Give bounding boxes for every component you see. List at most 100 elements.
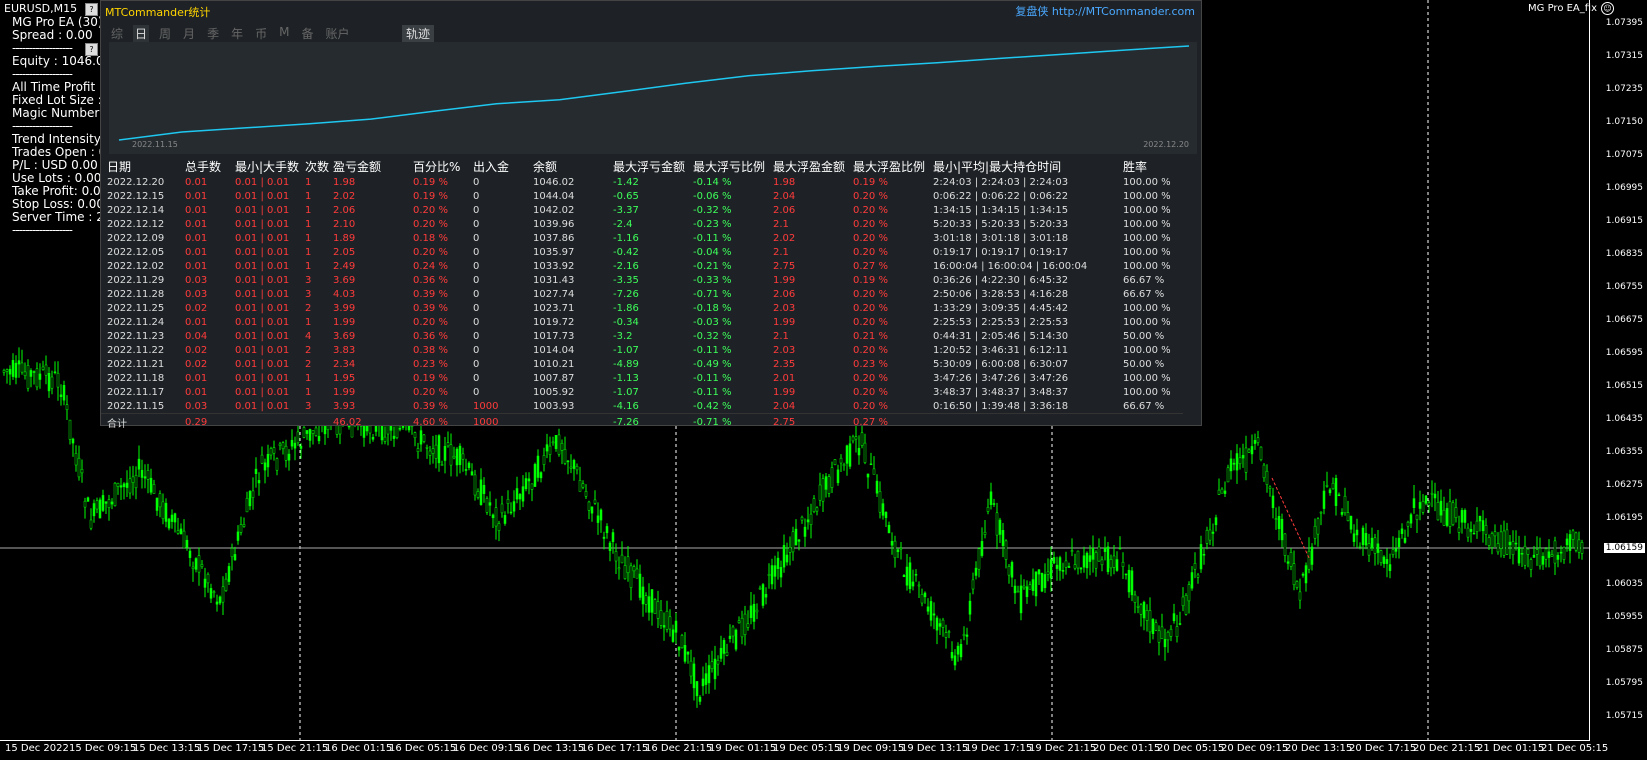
table-cell: 2022.11.28	[107, 288, 165, 300]
table-cell: 100.00 %	[1123, 246, 1171, 258]
candle-body	[179, 528, 183, 535]
period-tab[interactable]: M	[277, 25, 291, 42]
table-cell: 1.98	[773, 176, 796, 188]
period-tab[interactable]: 综	[109, 25, 125, 42]
equity-curve-svg	[118, 45, 1190, 141]
table-cell: 3:48:37 | 3:48:37 | 3:48:37	[933, 386, 1069, 398]
table-cell: 2	[305, 302, 312, 314]
table-cell: 0.01 | 0.01	[235, 358, 290, 370]
period-tab[interactable]: 币	[253, 25, 269, 42]
candle-body	[752, 603, 756, 622]
period-tab[interactable]: 日	[133, 25, 150, 42]
candle-body	[212, 591, 216, 594]
table-row: 2022.12.09 0.01 0.01 | 0.01 1 1.89 0.18 % 0 103…	[101, 231, 1183, 245]
table-cell: 0.38 %	[413, 344, 448, 356]
table-cell: 4	[305, 330, 312, 342]
candle-body	[125, 482, 129, 488]
candle-body	[47, 373, 51, 392]
candle-body	[452, 455, 456, 459]
mtcommander-link[interactable]: 复盘侠 http://MTCommander.com	[1015, 3, 1195, 19]
candle-body	[203, 578, 207, 588]
candle-body	[836, 469, 840, 484]
candle-body	[1412, 498, 1416, 508]
candle-body	[1403, 537, 1407, 543]
price-tick: 1.05955	[1605, 612, 1643, 622]
candle-body	[1397, 537, 1401, 548]
period-tab[interactable]: 月	[181, 25, 197, 42]
track-button[interactable]: 轨迹	[402, 25, 435, 42]
period-tab[interactable]: 备	[299, 25, 315, 42]
candle-body	[1292, 563, 1296, 585]
table-cell: 2022.12.14	[107, 204, 165, 216]
candle-body	[524, 478, 528, 490]
table-cell: 2.1	[773, 330, 789, 342]
candle-body	[1457, 527, 1461, 533]
table-cell: 1.89	[333, 232, 356, 244]
candle-body	[767, 574, 771, 576]
time-tick: 15 Dec 17:15	[197, 743, 265, 754]
column-header: 次数	[305, 160, 330, 174]
candle-body	[1391, 549, 1395, 555]
candle-body	[1493, 531, 1497, 537]
candle-body	[1562, 547, 1566, 560]
total-cell	[305, 413, 333, 430]
candle-body	[164, 502, 168, 522]
period-tab[interactable]: 季	[205, 25, 221, 42]
candle-body	[1319, 511, 1323, 514]
candle-body	[1334, 478, 1338, 506]
candle-body	[1268, 486, 1272, 489]
candle-body	[560, 443, 564, 451]
table-cell: -0.14 %	[693, 176, 732, 188]
candle-body	[221, 586, 225, 603]
candle-body	[1352, 533, 1356, 542]
table-row: 2022.12.20 0.01 0.01 | 0.01 1 1.98 0.19 % 0 104…	[101, 175, 1183, 189]
candle-body	[890, 540, 894, 546]
table-cell: -0.04 %	[693, 246, 732, 258]
candle-body	[80, 469, 84, 474]
candle-body	[491, 514, 495, 519]
candle-body	[1172, 613, 1176, 622]
table-cell: 100.00 %	[1123, 260, 1171, 272]
table-cell: -1.86	[613, 302, 639, 314]
candle-body	[938, 623, 942, 627]
table-cell: 0.20 %	[853, 232, 888, 244]
equity-graph: 2022.11.15 2022.12.20	[109, 42, 1197, 154]
candle-body	[845, 445, 849, 464]
candle-body	[1148, 610, 1152, 633]
candle-body	[71, 438, 75, 444]
candle-body	[1244, 447, 1248, 473]
table-cell: 2.02	[333, 190, 356, 202]
candle-body	[95, 500, 99, 510]
candle-body	[449, 444, 453, 466]
candle-body	[878, 491, 882, 513]
table-cell: 0.19 %	[413, 176, 448, 188]
candle-body	[263, 462, 267, 471]
table-cell: 1031.43	[533, 274, 575, 286]
candle-body	[803, 526, 807, 537]
column-header: 百分比%	[413, 160, 461, 174]
candle-body	[1445, 508, 1449, 526]
table-cell: -0.71 %	[693, 288, 732, 300]
candle-body	[1202, 554, 1206, 556]
candle-body	[1565, 538, 1569, 546]
candle-body	[1310, 546, 1314, 565]
candle-body	[284, 445, 288, 461]
candle-body	[137, 458, 141, 470]
candle-body	[1568, 534, 1572, 551]
panel-toggle-button[interactable]: ?	[85, 3, 98, 16]
period-tab[interactable]: 年	[229, 25, 245, 42]
candle-body	[1067, 566, 1071, 568]
candle-body	[1394, 548, 1398, 552]
table-cell: 1	[305, 386, 312, 398]
candle-body	[689, 660, 693, 677]
time-tick: 16 Dec 01:15	[325, 743, 393, 754]
candle-body	[1124, 573, 1128, 576]
panel-help-button[interactable]: ?	[85, 43, 98, 56]
period-tab[interactable]: 账户	[323, 25, 351, 42]
period-tab[interactable]: 周	[157, 25, 173, 42]
table-cell: 2.04	[773, 190, 796, 202]
table-row: 2022.11.23 0.04 0.01 | 0.01 4 3.69 0.36 % 0 101…	[101, 329, 1183, 343]
table-cell: 0	[473, 176, 480, 188]
time-tick: 20 Dec 13:15	[1285, 743, 1353, 754]
table-cell: 100.00 %	[1123, 218, 1171, 230]
